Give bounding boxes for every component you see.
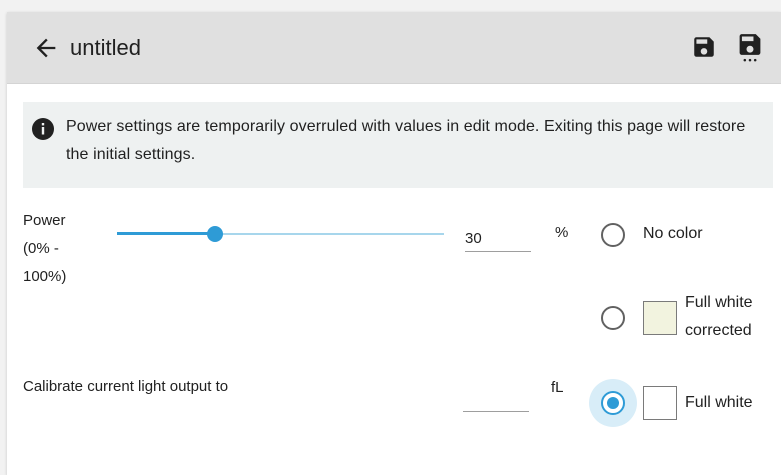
floppy-disk-more-icon: [739, 34, 761, 62]
option-label-no-color: No color: [643, 225, 703, 242]
save-as-button[interactable]: [736, 33, 764, 63]
power-unit: %: [555, 224, 569, 241]
radio-full-white[interactable]: [600, 390, 626, 416]
power-value-input[interactable]: [465, 222, 531, 252]
calibrate-label: Calibrate current light output to: [23, 378, 229, 395]
calibrate-input[interactable]: [463, 388, 529, 412]
page-title: untitled: [70, 35, 141, 60]
arrow-left-icon: [36, 38, 56, 58]
back-button[interactable]: [32, 34, 60, 62]
radio-ring: [601, 223, 625, 247]
radio-dot: [607, 397, 619, 409]
option-label-full-white-corrected: Full white corrected: [685, 294, 753, 339]
power-slider[interactable]: [117, 220, 444, 250]
save-button[interactable]: [691, 34, 717, 60]
radio-ring: [601, 306, 625, 330]
app-header: untitled: [7, 12, 781, 84]
slider-fill: [117, 232, 216, 235]
calibrate-unit: fL: [551, 379, 564, 396]
settings-card: untitled Power settings are temporarily …: [7, 12, 781, 475]
color-swatch-full-white: [643, 386, 677, 420]
radio-full-white-corrected[interactable]: [600, 305, 626, 331]
info-banner: Power settings are temporarily overruled…: [23, 102, 773, 188]
floppy-disk-icon: [694, 37, 714, 57]
color-swatch-full-white-corrected: [643, 301, 677, 335]
slider-thumb[interactable]: [207, 226, 224, 242]
power-label: Power (0% - 100%): [23, 212, 67, 285]
info-message: Power settings are temporarily overruled…: [66, 118, 746, 163]
option-label-full-white: Full white: [685, 394, 753, 411]
info-circle-icon: [32, 118, 54, 140]
radio-no-color[interactable]: [600, 222, 626, 248]
